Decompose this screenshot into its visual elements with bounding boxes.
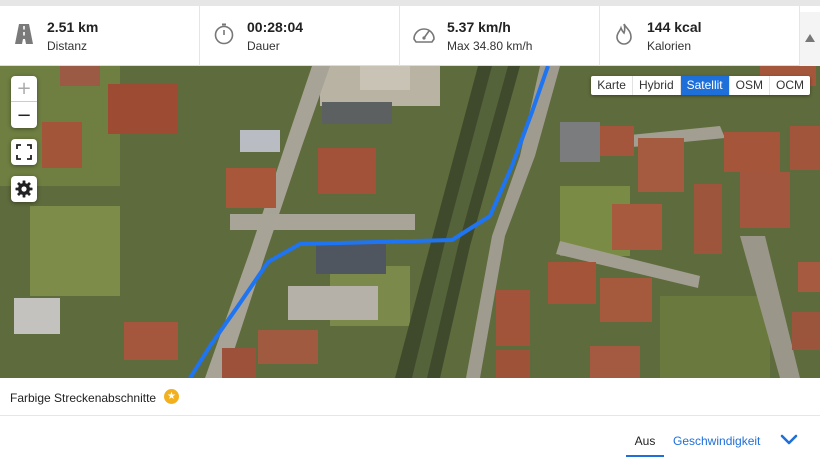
route-track xyxy=(188,66,550,378)
section-title: Farbige Streckenabschnitte xyxy=(10,391,157,405)
stat-distance: 2.51 km Distanz xyxy=(0,6,200,66)
layer-osm[interactable]: OSM xyxy=(730,76,770,95)
caret-up-icon xyxy=(805,34,815,42)
fullscreen-button[interactable] xyxy=(11,139,37,165)
flame-icon xyxy=(616,23,632,45)
road-icon xyxy=(15,24,33,44)
tab-aus[interactable]: Aus xyxy=(626,434,664,457)
layer-satellit[interactable]: Satellit xyxy=(680,76,730,95)
speedometer-icon xyxy=(413,28,435,43)
colored-segments-header: Farbige Streckenabschnitte ★ xyxy=(0,378,820,416)
settings-button[interactable] xyxy=(11,176,37,202)
layer-ocm[interactable]: OCM xyxy=(770,76,810,95)
calories-value: 144 kcal xyxy=(647,19,702,35)
layer-karte[interactable]: Karte xyxy=(591,76,633,95)
stats-bar: 2.51 km Distanz 00:28:04 Dauer 5.37 km/h… xyxy=(0,6,820,72)
stat-duration: 00:28:04 Dauer xyxy=(200,6,400,66)
zoom-control: + − xyxy=(11,76,37,128)
gear-icon xyxy=(15,180,33,198)
fullscreen-icon xyxy=(16,144,32,160)
stat-speed: 5.37 km/h Max 34.80 km/h xyxy=(400,6,600,66)
segment-tabs: Aus Geschwindigkeit xyxy=(0,416,820,463)
zoom-out-button[interactable]: − xyxy=(11,102,37,128)
distance-label: Distanz xyxy=(47,39,88,53)
duration-value: 00:28:04 xyxy=(247,19,304,35)
stat-calories: 144 kcal Kalorien xyxy=(600,6,800,66)
layer-hybrid[interactable]: Hybrid xyxy=(633,76,681,95)
stopwatch-icon xyxy=(214,23,234,45)
tab-geschwindigkeit[interactable]: Geschwindigkeit xyxy=(673,434,760,448)
chevron-down-icon[interactable] xyxy=(779,431,799,447)
distance-value: 2.51 km xyxy=(47,19,99,35)
premium-star-icon: ★ xyxy=(164,389,179,404)
duration-label: Dauer xyxy=(247,39,280,53)
speed-value: 5.37 km/h xyxy=(447,19,511,35)
map-layer-switcher: Karte Hybrid Satellit OSM OCM xyxy=(591,76,810,95)
scroll-up-button[interactable] xyxy=(800,12,820,72)
calories-label: Kalorien xyxy=(647,39,692,53)
satellite-map[interactable]: + − Karte Hybrid Satellit OSM OCM xyxy=(0,66,820,378)
zoom-in-button[interactable]: + xyxy=(11,76,37,102)
speed-label: Max 34.80 km/h xyxy=(447,39,533,53)
